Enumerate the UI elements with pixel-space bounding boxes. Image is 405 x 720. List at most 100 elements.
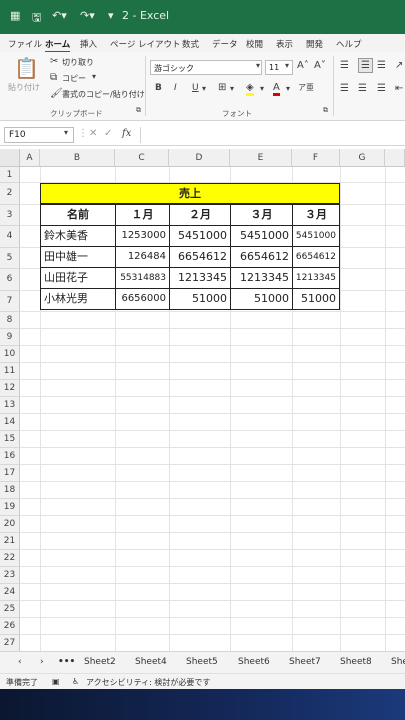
row-header[interactable]: 27 — [0, 635, 20, 651]
header-cell-jan[interactable]: １月 — [115, 204, 170, 226]
formula-input[interactable] — [140, 127, 402, 143]
table-cell-value[interactable]: 6654612 — [230, 246, 293, 268]
row-header[interactable]: 10 — [0, 346, 20, 363]
redo-icon[interactable]: ↷▾ — [80, 9, 95, 22]
table-cell-value[interactable]: 51000 — [230, 288, 293, 310]
header-cell-name[interactable]: 名前 — [40, 204, 116, 226]
tab-data[interactable]: データ — [212, 38, 238, 50]
tab-home[interactable]: ホーム — [45, 38, 71, 53]
decrease-font-icon[interactable]: A˅ — [314, 60, 326, 71]
macro-record-icon[interactable]: ▣ — [52, 677, 60, 686]
table-cell-name[interactable]: 山田花子 — [40, 267, 116, 289]
column-header-h[interactable] — [385, 149, 405, 167]
increase-font-icon[interactable]: A˄ — [297, 60, 309, 71]
font-name-dropdown-icon[interactable]: ▾ — [256, 61, 260, 70]
sheet-tab[interactable]: Sheet8 — [340, 657, 372, 667]
align-bottom-icon[interactable]: ☰ — [377, 60, 386, 71]
undo-icon[interactable]: ↶▾ — [52, 9, 67, 22]
row-header[interactable]: 5 — [0, 247, 20, 269]
decrease-indent-icon[interactable]: ⇤ — [395, 83, 403, 94]
row-header[interactable]: 16 — [0, 448, 20, 465]
tab-developer[interactable]: 開発 — [306, 38, 323, 50]
font-size-dropdown-icon[interactable]: ▾ — [285, 61, 289, 70]
column-header-a[interactable]: A — [20, 149, 40, 167]
tab-file[interactable]: ファイル — [8, 38, 42, 50]
table-title-cell[interactable]: 売上 — [40, 183, 340, 204]
table-cell-value[interactable]: 5451000 — [292, 225, 340, 247]
row-header[interactable]: 15 — [0, 431, 20, 448]
fill-color-icon[interactable]: ◈ — [246, 82, 254, 96]
cancel-icon[interactable]: ✕ — [89, 128, 97, 139]
table-cell-value[interactable]: 6654612 — [292, 246, 340, 268]
table-cell-value[interactable]: 1213345 — [230, 267, 293, 289]
row-header[interactable]: 11 — [0, 363, 20, 380]
row-header[interactable]: 26 — [0, 618, 20, 635]
cut-button[interactable]: 切り取り — [62, 57, 94, 68]
italic-button[interactable]: I — [174, 83, 177, 93]
bold-button[interactable]: B — [155, 83, 162, 93]
table-cell-value[interactable]: 5451000 — [169, 225, 231, 247]
accessibility-icon[interactable]: ♿ — [72, 677, 79, 686]
table-cell-value[interactable]: 51000 — [169, 288, 231, 310]
table-cell-name[interactable]: 鈴木美香 — [40, 225, 116, 247]
tab-formulas[interactable]: 数式 — [182, 38, 199, 50]
tab-view[interactable]: 表示 — [276, 38, 293, 50]
sheet-tab[interactable]: Sheet2 — [84, 657, 116, 667]
row-header[interactable]: 22 — [0, 550, 20, 567]
enter-icon[interactable]: ✓ — [104, 128, 112, 139]
header-cell-feb[interactable]: ２月 — [169, 204, 231, 226]
prev-sheet-icon[interactable]: ‹ — [18, 657, 22, 667]
paste-icon[interactable]: 📋 — [14, 56, 39, 80]
row-header[interactable]: 21 — [0, 533, 20, 550]
table-cell-value[interactable]: 6654612 — [169, 246, 231, 268]
font-color-icon[interactable]: A — [273, 82, 280, 96]
row-header[interactable]: 19 — [0, 499, 20, 516]
more-sheets-icon[interactable]: ••• — [58, 657, 75, 667]
save-icon[interactable]: 🖫 — [32, 9, 41, 28]
underline-button[interactable]: U — [192, 83, 199, 93]
row-header[interactable]: 8 — [0, 312, 20, 329]
font-color-dropdown-icon[interactable]: ▾ — [286, 84, 290, 93]
row-header[interactable]: 24 — [0, 584, 20, 601]
copy-icon[interactable]: ⧉ — [50, 72, 57, 83]
sheet-tab[interactable]: She — [391, 657, 405, 667]
clipboard-launcher-icon[interactable]: ⧉ — [136, 106, 141, 115]
row-header[interactable]: 9 — [0, 329, 20, 346]
align-center-icon[interactable]: ☰ — [358, 83, 367, 94]
font-name-select[interactable]: 游ゴシック — [150, 60, 262, 75]
table-cell-name[interactable]: 小林光男 — [40, 288, 116, 310]
column-header-e[interactable]: E — [230, 149, 292, 167]
qat-customize-icon[interactable]: ▾ — [108, 9, 114, 22]
format-painter-icon[interactable]: 🖌 — [50, 88, 63, 99]
row-header[interactable]: 6 — [0, 269, 20, 291]
row-header[interactable]: 3 — [0, 204, 20, 226]
column-header-g[interactable]: G — [340, 149, 385, 167]
name-box-dropdown-icon[interactable]: ▾ — [64, 128, 68, 137]
row-header[interactable]: 12 — [0, 380, 20, 397]
align-left-icon[interactable]: ☰ — [340, 83, 349, 94]
table-cell-value[interactable]: 6656000 — [115, 288, 170, 310]
row-header[interactable]: 17 — [0, 465, 20, 482]
format-painter-button[interactable]: 書式のコピー/貼り付け — [62, 89, 145, 100]
row-header[interactable]: 20 — [0, 516, 20, 533]
cut-icon[interactable]: ✂ — [50, 56, 58, 67]
copy-dropdown-icon[interactable]: ▾ — [92, 72, 96, 81]
row-header[interactable]: 7 — [0, 290, 20, 312]
row-header[interactable]: 4 — [0, 226, 20, 248]
tab-page-layout[interactable]: ページ レイアウト — [110, 38, 181, 50]
column-header-b[interactable]: B — [40, 149, 115, 167]
table-cell-value[interactable]: 126484 — [115, 246, 170, 268]
sheet-tab[interactable]: Sheet6 — [238, 657, 270, 667]
header-cell-mar[interactable]: ３月 — [230, 204, 293, 226]
column-header-c[interactable]: C — [115, 149, 169, 167]
table-cell-value[interactable]: 1213345 — [292, 267, 340, 289]
column-header-f[interactable]: F — [292, 149, 340, 167]
copy-button[interactable]: コピー — [62, 73, 86, 84]
fill-color-dropdown-icon[interactable]: ▾ — [260, 84, 264, 93]
column-header-d[interactable]: D — [169, 149, 230, 167]
row-header[interactable]: 2 — [0, 183, 20, 205]
paste-button[interactable]: 貼り付け — [8, 82, 40, 93]
table-cell-value[interactable]: 5451000 — [230, 225, 293, 247]
table-cell-value[interactable]: 55314883 — [115, 267, 170, 289]
borders-dropdown-icon[interactable]: ▾ — [230, 84, 234, 93]
